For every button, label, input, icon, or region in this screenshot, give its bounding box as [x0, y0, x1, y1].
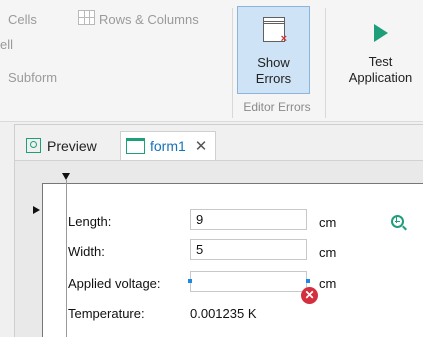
tab-preview[interactable]: Preview	[26, 133, 97, 158]
selection-handle[interactable]	[306, 279, 310, 283]
preview-icon	[26, 138, 41, 153]
zoom-in-plus	[395, 216, 397, 223]
show-errors-label-line2: Errors	[255, 71, 292, 86]
tab-form1[interactable]: form1 ✕	[120, 131, 217, 160]
cells-button[interactable]: Cells	[8, 12, 37, 27]
alignment-guide	[66, 180, 67, 337]
partial-ribbon-item[interactable]: ell	[0, 37, 13, 52]
test-application-button[interactable]: Test Application	[338, 6, 423, 94]
tab-form1-label: form1	[150, 138, 186, 154]
temperature-value: 0.001235 K	[190, 306, 257, 321]
applied-voltage-label: Applied voltage:	[68, 276, 161, 291]
test-app-label-line2: Application	[348, 70, 413, 85]
width-label: Width:	[68, 244, 105, 259]
zoom-in-icon[interactable]	[391, 215, 404, 228]
close-icon[interactable]: ✕	[195, 137, 208, 155]
row-marker-icon[interactable]	[33, 206, 40, 214]
ribbon-separator	[232, 8, 233, 118]
show-errors-icon: ×	[263, 17, 287, 45]
applied-voltage-input[interactable]	[190, 271, 307, 292]
width-unit: cm	[319, 245, 337, 260]
play-icon	[374, 24, 388, 42]
subform-button[interactable]: Subform	[8, 70, 57, 85]
editor-errors-group-label: Editor Errors	[243, 100, 311, 114]
ribbon: Cells ell Subform Rows & Columns × Show …	[0, 0, 423, 122]
length-input[interactable]: 9	[190, 209, 307, 230]
ruler-vertical	[42, 183, 43, 337]
test-app-label-line1: Test	[368, 54, 393, 69]
show-errors-label-line1: Show	[257, 55, 290, 70]
selection-handle[interactable]	[188, 279, 192, 283]
rows-columns-icon	[78, 10, 95, 25]
width-input[interactable]: 5	[190, 239, 307, 260]
temperature-label: Temperature:	[68, 306, 145, 321]
ribbon-separator	[325, 8, 326, 118]
form-icon	[126, 138, 145, 154]
length-label: Length:	[68, 214, 112, 229]
ruler-horizontal	[42, 183, 423, 184]
show-errors-button[interactable]: × Show Errors	[237, 6, 310, 94]
length-unit: cm	[319, 215, 337, 230]
applied-voltage-unit: cm	[319, 276, 337, 291]
rows-columns-button[interactable]: Rows & Columns	[99, 12, 199, 27]
column-marker-icon[interactable]	[62, 173, 70, 180]
error-icon[interactable]: ✕	[301, 287, 318, 304]
tab-preview-label: Preview	[47, 137, 97, 154]
